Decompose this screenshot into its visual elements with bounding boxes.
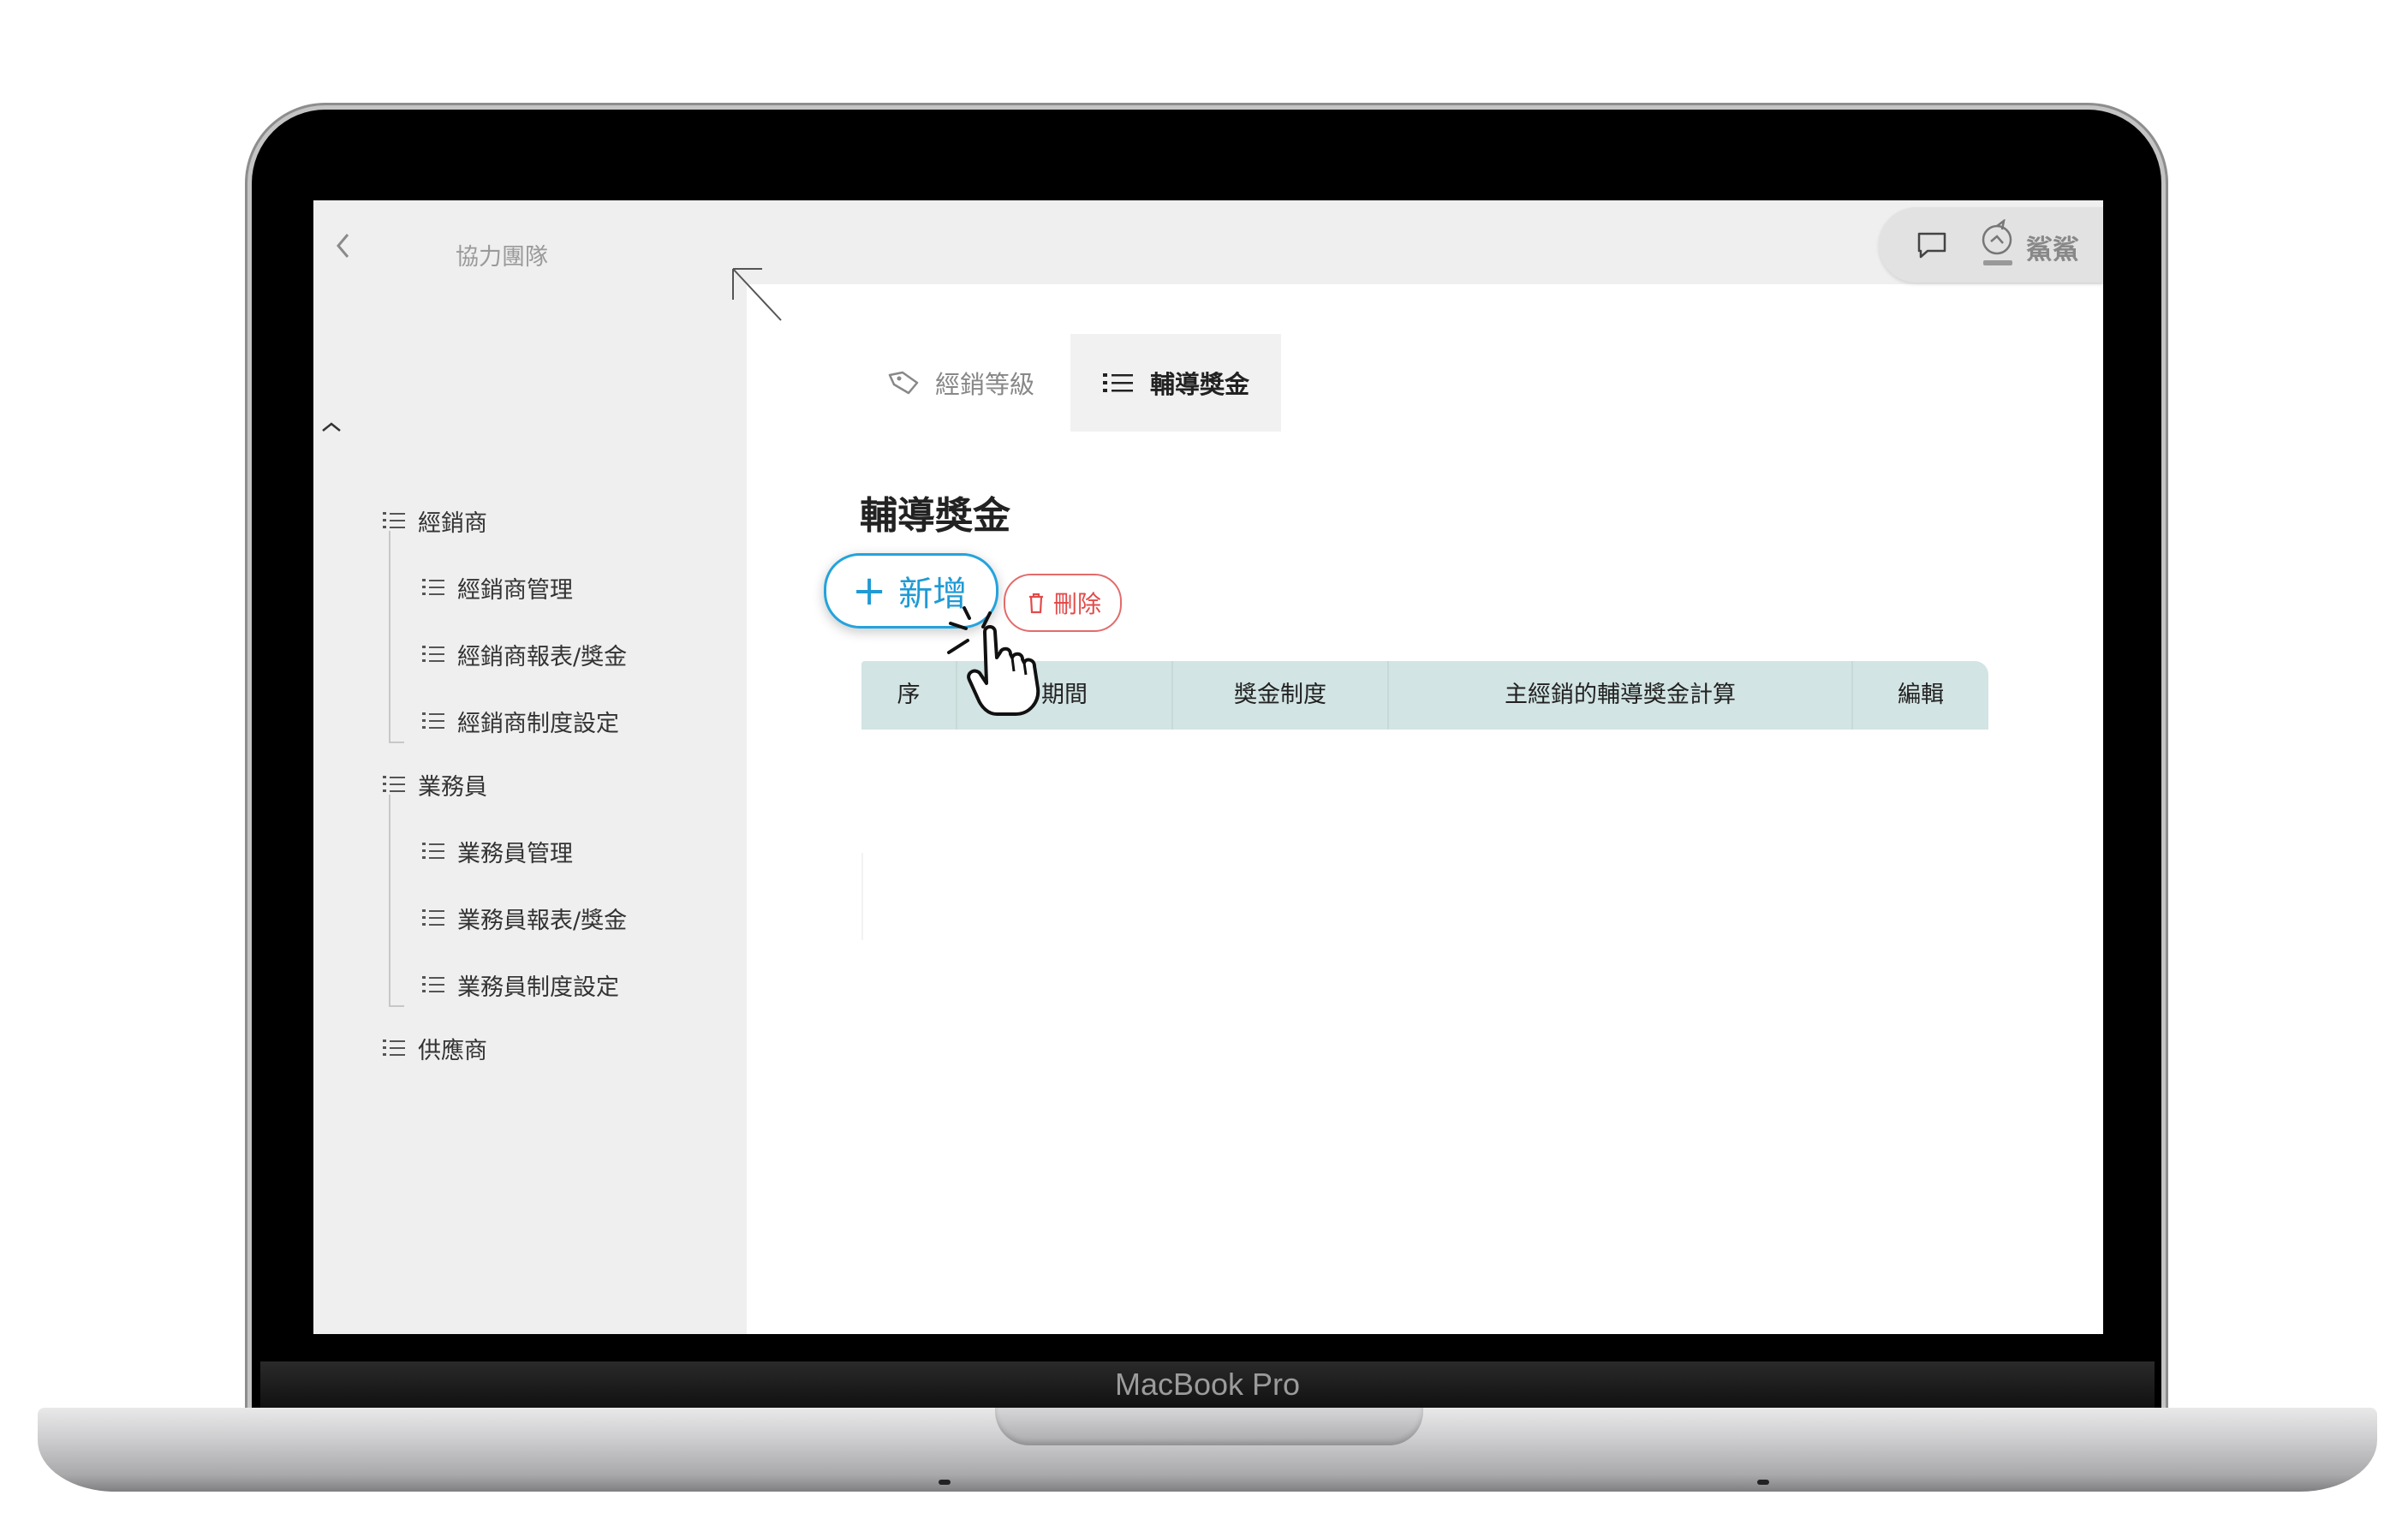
tag-icon bbox=[888, 371, 919, 395]
tree-line bbox=[389, 531, 390, 742]
resize-cursor-icon bbox=[732, 268, 782, 321]
sidebar-item-distributor-management[interactable]: 經銷商管理 bbox=[421, 570, 573, 605]
table-edge bbox=[861, 853, 863, 940]
sidebar-item-salesperson-management[interactable]: 業務員管理 bbox=[421, 834, 573, 868]
plus-icon: + bbox=[852, 567, 887, 615]
list-icon bbox=[422, 579, 444, 595]
list-icon bbox=[1102, 373, 1133, 392]
page-title: 輔導獎金 bbox=[860, 494, 1010, 538]
tab-coaching-bonus[interactable]: 輔導獎金 bbox=[1070, 334, 1281, 432]
list-icon bbox=[422, 976, 444, 992]
sidebar-item-label: 業務員制度設定 bbox=[457, 974, 619, 1001]
sidebar-item-label: 經銷商管理 bbox=[457, 576, 573, 604]
list-icon bbox=[383, 776, 405, 792]
sidebar-item-salesperson-settings[interactable]: 業務員制度設定 bbox=[421, 968, 619, 1002]
back-chevron-icon[interactable] bbox=[334, 231, 361, 265]
laptop-notch bbox=[995, 1408, 1423, 1445]
list-icon bbox=[422, 909, 444, 926]
user-name: 鯊鯊 bbox=[2026, 235, 2079, 265]
sidebar-group-distributor[interactable]: 經銷商 bbox=[382, 503, 487, 538]
device-label: MacBook Pro bbox=[1114, 1367, 1301, 1402]
sidebar-item-distributor-report[interactable]: 經銷商報表/獎金 bbox=[421, 637, 627, 671]
sidebar-title: 協力團隊 bbox=[456, 244, 548, 271]
list-icon bbox=[422, 712, 444, 729]
tab-label: 經銷等級 bbox=[935, 370, 1035, 399]
sidebar-group-supplier[interactable]: 供應商 bbox=[382, 1031, 487, 1065]
pointer-hand-icon bbox=[947, 606, 1040, 716]
list-icon bbox=[383, 512, 405, 528]
sidebar-item-label: 業務員 bbox=[418, 773, 487, 801]
app-screen: 協力團隊 經銷商 經銷商管理 經銷商報表/獎金 經銷商制度設定 業務員 業務員管… bbox=[313, 200, 2103, 1334]
sidebar-item-label: 業務員報表/獎金 bbox=[457, 907, 628, 934]
sidebar-item-distributor-settings[interactable]: 經銷商制度設定 bbox=[421, 704, 619, 738]
tab-distributor-level[interactable]: 經銷等級 bbox=[887, 334, 1050, 432]
sidebar-item-label: 業務員管理 bbox=[457, 840, 573, 867]
laptop-foot bbox=[939, 1480, 951, 1485]
column-header[interactable]: 主經銷的輔導獎金計算 bbox=[1389, 661, 1851, 730]
sidebar-item-label: 經銷商報表/獎金 bbox=[457, 643, 628, 670]
column-header[interactable]: 獎金制度 bbox=[1173, 661, 1387, 730]
list-icon bbox=[422, 646, 444, 662]
laptop-foot bbox=[1757, 1480, 1769, 1485]
sidebar-item-label: 供應商 bbox=[418, 1037, 487, 1064]
sidebar-item-salesperson-report[interactable]: 業務員報表/獎金 bbox=[421, 901, 627, 935]
list-icon bbox=[422, 843, 444, 859]
sidebar: 協力團隊 經銷商 經銷商管理 經銷商報表/獎金 經銷商制度設定 業務員 業務員管… bbox=[313, 200, 747, 1334]
tab-label: 輔導獎金 bbox=[1149, 370, 1249, 399]
list-icon bbox=[383, 1040, 405, 1056]
sidebar-item-label: 經銷商 bbox=[418, 509, 487, 537]
collapse-chevron-icon[interactable] bbox=[320, 416, 346, 437]
tree-line bbox=[389, 742, 404, 743]
sidebar-group-salesperson[interactable]: 業務員 bbox=[382, 767, 487, 801]
chat-icon[interactable] bbox=[1916, 231, 1947, 259]
top-bar: 鯊鯊 bbox=[747, 200, 2103, 284]
tree-line bbox=[389, 795, 390, 1005]
tree-line bbox=[389, 1005, 404, 1007]
brand-logo-icon bbox=[1982, 219, 2012, 265]
user-menu[interactable]: 鯊鯊 bbox=[1879, 207, 2103, 283]
sidebar-item-label: 經銷商制度設定 bbox=[457, 710, 619, 737]
column-header[interactable]: 編輯 bbox=[1853, 661, 1988, 730]
